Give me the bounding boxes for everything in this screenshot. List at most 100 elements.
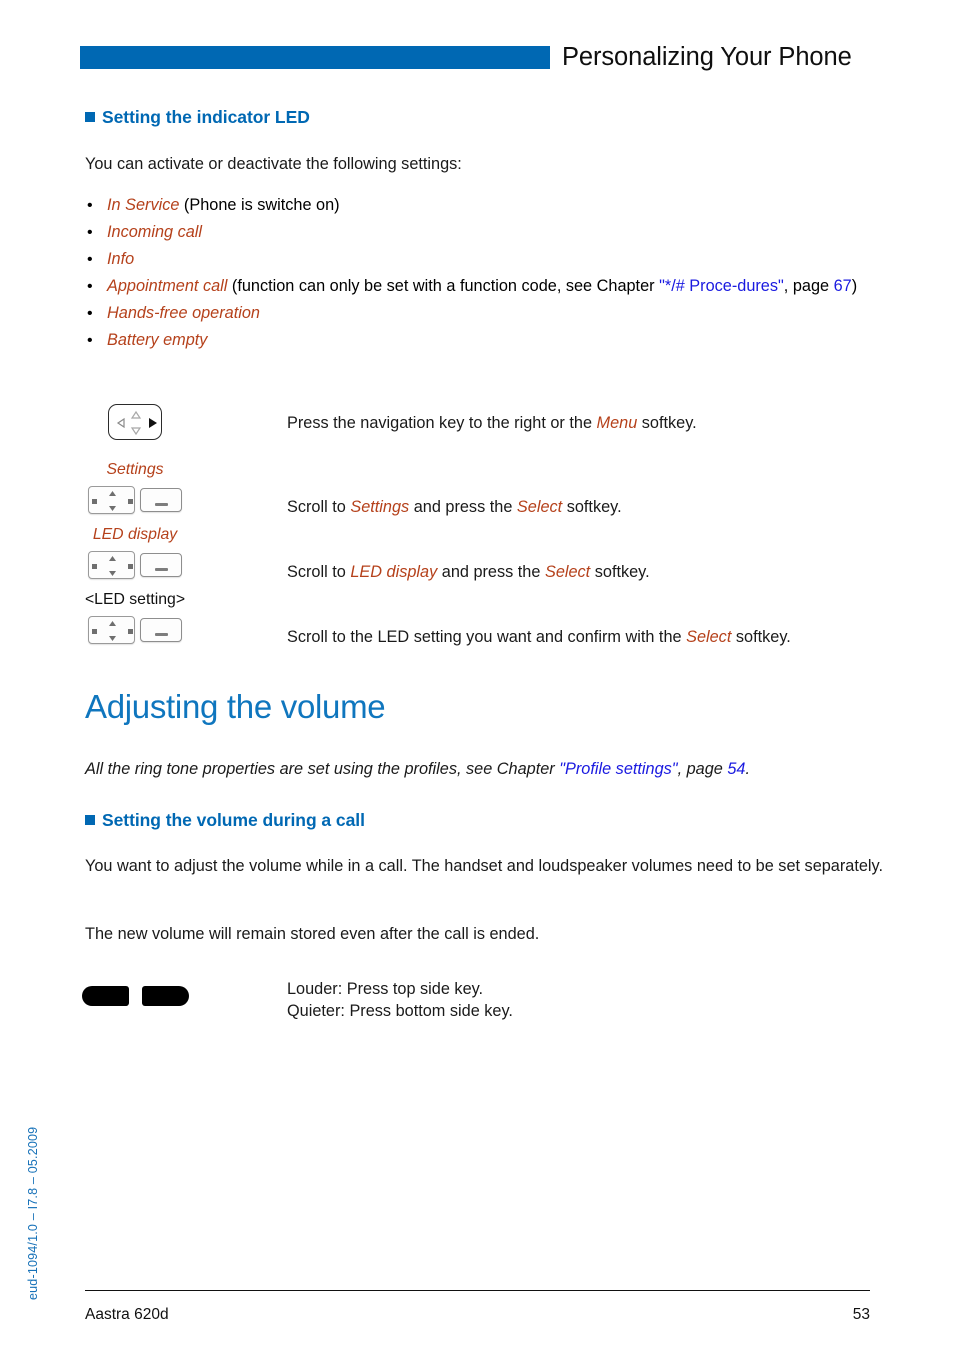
volume-paragraph-1: You want to adjust the volume while in a…: [85, 857, 883, 875]
chapter-link-continued[interactable]: dures": [737, 277, 784, 295]
footer-page-number: 53: [852, 1306, 870, 1323]
step-4-icons: <LED setting>: [0, 590, 270, 644]
footer-divider: [85, 1289, 870, 1291]
after-link-text: , page: [783, 277, 834, 295]
step-3-instruction: Scroll to LED display and press the Sele…: [287, 560, 937, 584]
list-item: • Appointment call (function can only be…: [85, 273, 875, 300]
volume-procedure-step: Louder: Press top side key. Quieter: Pre…: [0, 978, 954, 1038]
page-reference-link[interactable]: 67: [834, 277, 852, 295]
list-item-term: Battery empty: [107, 331, 208, 349]
procedure-step-3: LED display Scroll to LED display and pr…: [0, 525, 954, 590]
heading-text: Setting the volume during a call: [102, 810, 365, 830]
step-3-text-a: Scroll to: [287, 563, 351, 581]
list-item-rest: (function can only be set with a functio…: [227, 277, 660, 295]
step-3-menu-item: LED display: [350, 563, 438, 581]
document-revision-note: eud-1094/1.0 – I7.8 – 05.2009: [26, 1126, 40, 1300]
step-4-label: <LED setting>: [84, 591, 186, 608]
step-1-text-b: softkey.: [637, 414, 697, 432]
led-procedure-table: Press the navigation key to the right or…: [0, 398, 954, 655]
page-footer: Aastra 620d 53: [85, 1306, 870, 1324]
softkey-icon: [140, 488, 182, 512]
heading-setting-volume-during-call: Setting the volume during a call: [85, 810, 365, 831]
heading-text: Setting the indicator LED: [102, 107, 310, 127]
step-3-label: LED display: [92, 526, 178, 543]
square-bullet-icon: [85, 815, 95, 825]
softkey-dash: [154, 502, 168, 506]
bottom-side-key-icon: [141, 986, 189, 1006]
volume-intro-text-b: , page: [677, 760, 728, 778]
four-way-navigation-key-icon: [88, 486, 135, 514]
softkey-icon: [140, 553, 182, 577]
volume-intro-text-c: .: [745, 760, 751, 778]
procedure-step-1: Press the navigation key to the right or…: [0, 398, 954, 460]
volume-quieter-line: Quieter: Press bottom side key.: [287, 1002, 513, 1020]
softkey-dash: [154, 567, 168, 571]
list-item: • Hands-free operation: [85, 300, 875, 327]
list-item-term: Incoming call: [107, 223, 203, 241]
four-way-navigation-key-icon: [88, 616, 135, 644]
step-4-text-b: softkey.: [731, 628, 791, 646]
bullet-dot-icon: •: [87, 197, 93, 214]
heading-adjusting-the-volume: Adjusting the volume: [85, 688, 386, 725]
volume-intro-paragraph: All the ring tone properties are set usi…: [85, 755, 885, 783]
page-header: Personalizing Your Phone: [0, 40, 954, 74]
volume-louder-line: Louder: Press top side key.: [287, 980, 484, 998]
chapter-link[interactable]: "*/# Proce-: [659, 277, 737, 295]
page-reference-link[interactable]: 54: [727, 760, 745, 778]
list-item-term: Appointment call: [107, 277, 228, 295]
list-item-term: Info: [107, 250, 135, 268]
four-way-navigation-key-icon: [88, 551, 135, 579]
bullet-dot-icon: •: [87, 224, 93, 241]
step-2-softkey-name: Select: [516, 498, 563, 516]
step-2-instruction: Scroll to Settings and press the Select …: [287, 495, 937, 519]
header-accent-bar: [80, 45, 550, 69]
step-2-label: Settings: [106, 461, 164, 478]
step-1-instruction: Press the navigation key to the right or…: [287, 411, 937, 435]
list-item-term: In Service: [107, 196, 180, 214]
list-item: • Info: [85, 246, 875, 273]
volume-step-icons: [0, 986, 270, 1006]
navigation-key-icon: [108, 404, 162, 440]
list-item: • Battery empty: [85, 327, 875, 354]
page-title: Personalizing Your Phone: [562, 42, 852, 71]
step-1-icons: [0, 404, 270, 440]
step-3-icons: LED display: [0, 525, 270, 579]
step-4-text-a: Scroll to the LED setting you want and c…: [287, 628, 687, 646]
step-2-menu-item: Settings: [350, 498, 410, 516]
volume-step-instruction: Louder: Press top side key. Quieter: Pre…: [287, 978, 937, 1022]
square-bullet-icon: [85, 112, 95, 122]
list-item: • Incoming call: [85, 219, 875, 246]
step-1-text-a: Press the navigation key to the right or…: [287, 414, 597, 432]
volume-intro-text-a: All the ring tone properties are set usi…: [85, 760, 560, 778]
step-4-softkey-name: Select: [686, 628, 732, 646]
procedure-step-2: Settings Scroll to Settings and press th…: [0, 460, 954, 525]
step-1-softkey-name: Menu: [596, 414, 638, 432]
procedure-step-4: <LED setting> Scroll to the LED setting …: [0, 590, 954, 655]
footer-product-name: Aastra 620d: [85, 1306, 169, 1323]
step-3-softkey-name: Select: [544, 563, 591, 581]
step-2-text-b: and press the: [409, 498, 517, 516]
softkey-icon: [140, 618, 182, 642]
list-item-term: Hands-free operation: [107, 304, 260, 322]
top-side-key-icon: [81, 986, 129, 1006]
step-2-text-c: softkey.: [562, 498, 622, 516]
volume-paragraph-2: The new volume will remain stored even a…: [85, 925, 540, 943]
led-settings-list: • In Service (Phone is switche on) • Inc…: [85, 192, 875, 354]
document-page: Personalizing Your Phone Setting the ind…: [0, 0, 954, 1352]
step-3-text-c: softkey.: [590, 563, 650, 581]
bullet-dot-icon: •: [87, 305, 93, 322]
bullet-dot-icon: •: [87, 278, 93, 295]
step-2-icons: Settings: [0, 460, 270, 514]
led-intro-paragraph: You can activate or deactivate the follo…: [85, 155, 462, 173]
step-3-text-b: and press the: [437, 563, 545, 581]
step-2-text-a: Scroll to: [287, 498, 351, 516]
profile-settings-link[interactable]: "Profile settings": [559, 760, 677, 778]
list-item: • In Service (Phone is switche on): [85, 192, 875, 219]
list-item-rest: (Phone is switche on): [179, 196, 340, 214]
heading-setting-indicator-led: Setting the indicator LED: [85, 107, 310, 128]
bullet-dot-icon: •: [87, 332, 93, 349]
bullet-dot-icon: •: [87, 251, 93, 268]
list-item-tail: ): [851, 277, 858, 295]
softkey-dash: [154, 632, 168, 636]
step-4-instruction: Scroll to the LED setting you want and c…: [287, 625, 937, 649]
